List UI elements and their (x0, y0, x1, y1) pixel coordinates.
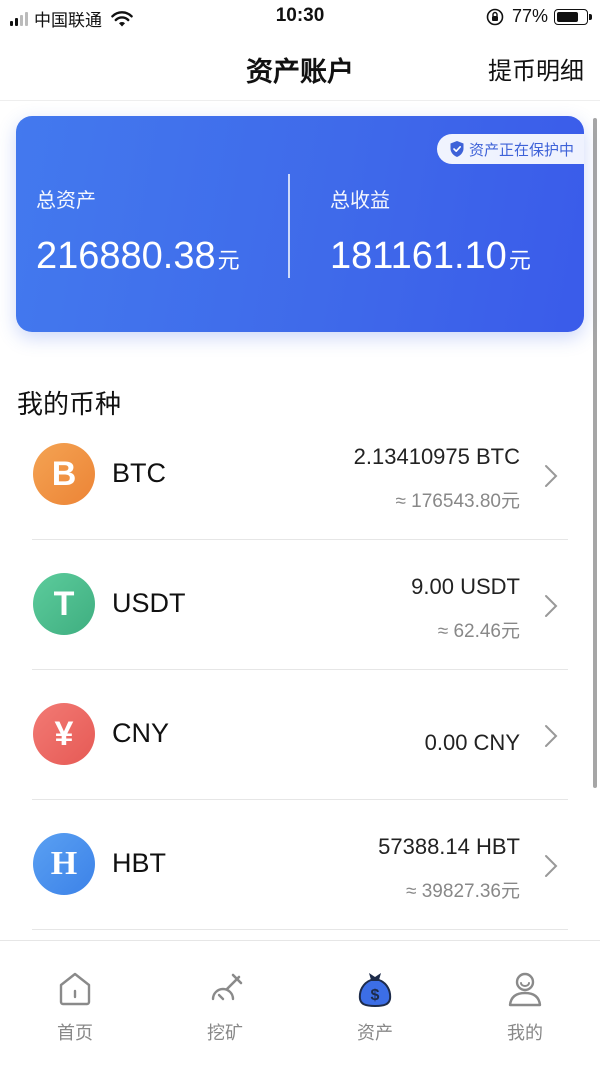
tether-icon: T (33, 573, 95, 635)
withdraw-history-link[interactable]: 提币明细 (488, 51, 584, 86)
coin-row-usdt[interactable]: T USDT 9.00 USDT ≈ 62.46元 (0, 540, 600, 670)
tab-label: 首页 (57, 1023, 93, 1043)
tab-bar: 首页 挖矿 $ 资产 我的 (0, 940, 600, 1067)
total-income: 总收益 181161.10元 (330, 184, 531, 278)
yuan-icon: ¥ (33, 703, 95, 765)
tab-label: 我的 (507, 1023, 543, 1043)
coin-row-hbt[interactable]: H HBT 57388.14 HBT ≈ 39827.36元 (0, 800, 600, 930)
coin-fiat-value: ≈ 176543.80元 (395, 491, 520, 512)
hbt-coin-icon: H (33, 833, 95, 895)
total-assets-value: 216880.38 (36, 235, 216, 277)
total-income-amount: 181161.10元 (330, 235, 531, 278)
user-icon (508, 972, 542, 1007)
coin-amount: 9.00 USDT (411, 574, 520, 599)
tab-me[interactable]: 我的 (450, 969, 600, 1045)
bitcoin-icon: B (33, 443, 95, 505)
total-assets-unit: 元 (217, 248, 240, 273)
coin-amount: 57388.14 HBT (378, 834, 520, 859)
chevron-right-icon (545, 465, 558, 487)
coin-row-btc[interactable]: B BTC 2.13410975 BTC ≈ 176543.80元 (0, 410, 600, 540)
tab-label: 资产 (357, 1023, 393, 1043)
coin-symbol: CNY (112, 718, 170, 748)
coin-row-cny[interactable]: ¥ CNY 0.00 CNY (0, 670, 600, 800)
svg-text:$: $ (371, 987, 380, 1004)
total-income-unit: 元 (508, 248, 531, 273)
coin-fiat-value: ≈ 62.46元 (437, 621, 520, 642)
coin-symbol: USDT (112, 588, 186, 618)
coin-symbol: BTC (112, 458, 166, 488)
total-assets-label: 总资产 (36, 190, 96, 212)
pickaxe-icon (211, 973, 243, 1001)
row-divider (32, 929, 568, 930)
protection-badge-label: 资产正在保护中 (468, 141, 574, 159)
chevron-right-icon (545, 595, 558, 617)
shield-icon (450, 141, 464, 157)
coin-list: B BTC 2.13410975 BTC ≈ 176543.80元 T USDT… (0, 410, 600, 930)
scroll-indicator[interactable] (593, 118, 597, 788)
status-right: 77% (486, 6, 592, 27)
total-assets-amount: 216880.38元 (36, 235, 240, 278)
card-divider (288, 174, 290, 278)
total-income-value: 181161.10 (330, 235, 507, 277)
money-bag-icon: $ (358, 973, 392, 1008)
total-income-label: 总收益 (330, 190, 390, 212)
nav-bar: 资产账户 提币明细 (0, 34, 600, 101)
coin-amount: 0.00 CNY (424, 730, 520, 755)
chevron-right-icon (545, 725, 558, 747)
coin-symbol: HBT (112, 848, 166, 878)
chevron-right-icon (545, 855, 558, 877)
battery-icon (554, 8, 592, 25)
asset-account-screen: 中国联通 10:30 77% 资产账户 提币明细 资产正在保护中 总资产 216… (0, 0, 600, 1067)
tab-mining[interactable]: 挖矿 (150, 969, 300, 1045)
asset-summary-card: 资产正在保护中 总资产 216880.38元 总收益 181161.10元 (16, 116, 584, 332)
coin-fiat-value: ≈ 39827.36元 (406, 881, 520, 902)
tab-label: 挖矿 (207, 1023, 243, 1043)
total-assets: 总资产 216880.38元 (36, 184, 240, 278)
protection-badge[interactable]: 资产正在保护中 (436, 134, 584, 164)
tab-assets[interactable]: $ 资产 (300, 969, 450, 1045)
coin-amount: 2.13410975 BTC (353, 444, 520, 469)
rotation-lock-icon (486, 8, 504, 25)
home-icon (59, 972, 91, 1006)
status-bar: 中国联通 10:30 77% (0, 0, 600, 34)
battery-percent: 77% (511, 6, 548, 26)
tab-home[interactable]: 首页 (0, 969, 150, 1045)
